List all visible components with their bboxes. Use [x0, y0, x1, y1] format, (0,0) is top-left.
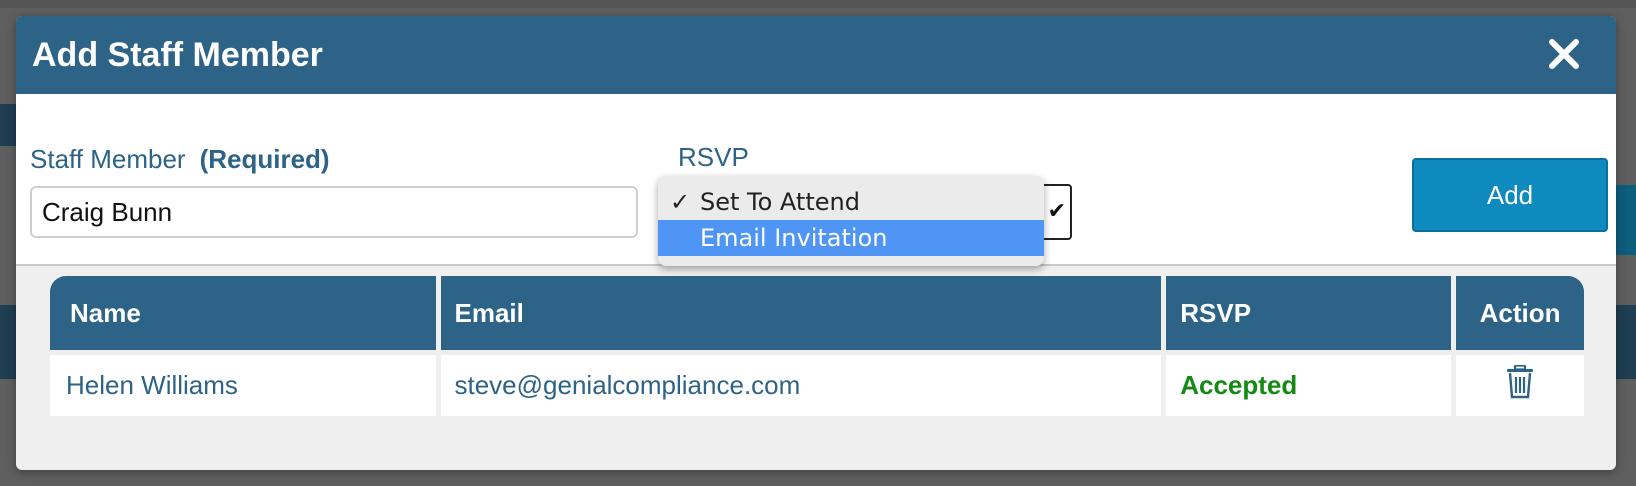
cell-action: [1456, 350, 1584, 416]
chevron-down-icon: ✔: [1047, 198, 1066, 223]
trash-icon[interactable]: [1506, 364, 1534, 399]
staff-table: Name Email RSVP Action Helen Williams st…: [45, 276, 1589, 416]
staff-member-label-text: Staff Member: [30, 144, 186, 174]
add-button[interactable]: Add: [1412, 158, 1608, 232]
modal-header: Add Staff Member: [16, 16, 1616, 94]
table-header-row: Name Email RSVP Action: [50, 276, 1584, 350]
staff-member-label: Staff Member (Required): [30, 144, 330, 175]
background-top-bar: [0, 0, 1636, 8]
staff-member-input[interactable]: [30, 186, 638, 238]
close-icon[interactable]: [1544, 34, 1584, 74]
rsvp-option-set-to-attend[interactable]: ✓ Set To Attend: [658, 184, 1044, 220]
cell-name: Helen Williams: [50, 350, 436, 416]
cell-email: steve@genialcompliance.com: [440, 350, 1162, 416]
table-row: Helen Williams steve@genialcompliance.co…: [50, 350, 1584, 416]
rsvp-label: RSVP: [678, 142, 749, 172]
column-header-name: Name: [50, 276, 436, 350]
rsvp-option-email-invitation[interactable]: Email Invitation: [658, 220, 1044, 256]
column-header-rsvp: RSVP: [1166, 276, 1452, 350]
required-label: (Required): [199, 144, 330, 174]
checkmark-icon: ✓: [670, 188, 691, 216]
rsvp-option-label: Email Invitation: [700, 224, 888, 252]
rsvp-option-label: Set To Attend: [700, 188, 860, 216]
add-staff-modal: Add Staff Member Staff Member (Required) …: [16, 16, 1616, 470]
column-header-action: Action: [1456, 276, 1584, 350]
cell-rsvp-status: Accepted: [1166, 350, 1452, 416]
staff-table-container: Name Email RSVP Action Helen Williams st…: [50, 276, 1584, 430]
rsvp-dropdown-menu: ✓ Set To Attend Email Invitation: [658, 176, 1044, 266]
column-header-email: Email: [440, 276, 1162, 350]
modal-title: Add Staff Member: [32, 36, 323, 74]
